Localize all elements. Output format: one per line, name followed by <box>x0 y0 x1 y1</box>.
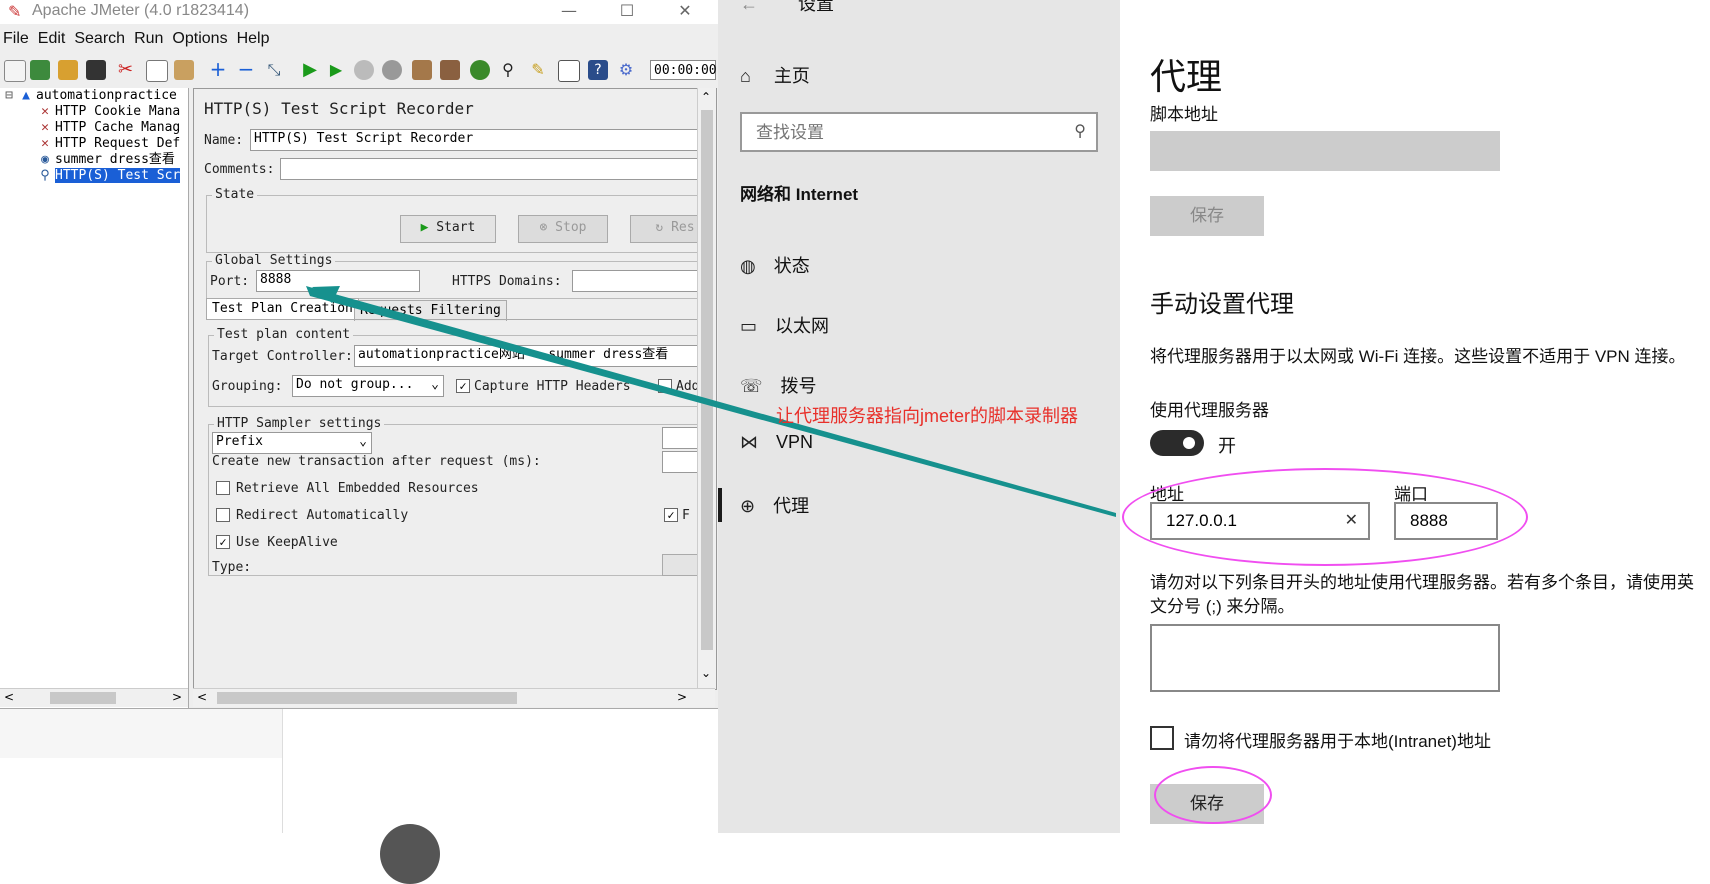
background-avatar <box>380 824 440 884</box>
save-button-highlight <box>1154 766 1272 824</box>
address-port-highlight <box>1122 468 1528 566</box>
annotation-text: 让代理服务器指向jmeter的脚本录制器 <box>776 406 1079 426</box>
